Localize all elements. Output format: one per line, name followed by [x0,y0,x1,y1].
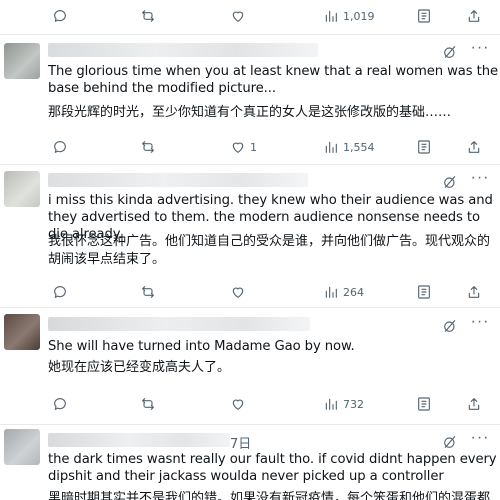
reply-tweet[interactable]: 7日 ··· the dark times wasnt really our f… [0,425,500,500]
views-button[interactable]: 264 [323,280,364,304]
views-icon [325,398,337,410]
share-icon [468,141,480,153]
avatar[interactable] [4,43,40,79]
views-count: 732 [343,397,364,411]
share-icon [468,398,480,410]
retweet-button[interactable] [140,280,156,304]
retweet-icon [142,10,154,22]
share-icon [468,286,480,298]
more-icon: ··· [470,313,490,330]
reply-tweet[interactable]: ··· The glorious time when you at least … [0,35,500,163]
retweet-button[interactable] [140,392,156,416]
reply-text-zh: 黑暗时期其实并不是我们的错。如果没有新冠疫情，每个笨蛋和他们的混蛋都 [48,491,491,500]
avatar[interactable] [4,314,40,350]
reply-text-en: the dark times wasnt really our fault th… [48,452,497,484]
grok-button[interactable] [442,318,458,334]
reply-text-en: She will have turned into Madame Gao by … [48,339,355,354]
views-count: 1,019 [343,9,375,23]
heart-icon [232,287,244,298]
reply-tweet[interactable]: ··· She will have turned into Madame Gao… [0,308,500,422]
reply-date: 7日 [230,437,252,452]
views-count: 264 [343,285,364,299]
username-redacted [48,173,308,187]
share-icon [468,10,480,22]
reply-button[interactable] [52,135,68,159]
bookmark-button[interactable] [416,392,432,416]
share-button[interactable] [466,392,482,416]
like-count: 1 [250,140,257,154]
retweet-button[interactable] [140,135,156,159]
bookmark-icon [418,9,430,23]
more-icon: ··· [470,39,490,56]
like-button[interactable] [230,392,246,416]
grok-button[interactable] [442,44,458,60]
more-icon: ··· [470,429,490,446]
views-icon [325,141,337,153]
views-button[interactable]: 732 [323,392,364,416]
retweet-button[interactable] [140,4,156,28]
views-icon [325,286,337,298]
reply-icon [54,398,66,410]
heart-icon [232,142,244,153]
views-button[interactable]: 1,019 [323,4,375,28]
grok-icon [444,46,456,58]
grok-icon [444,436,456,448]
bookmark-icon [418,140,430,154]
more-button[interactable]: ··· [470,430,490,446]
bookmark-button[interactable] [416,135,432,159]
share-button[interactable] [466,4,482,28]
like-button[interactable] [230,280,246,304]
reply-tweet[interactable]: ··· i miss this kinda advertising. they … [0,165,500,302]
like-button[interactable]: 1 [230,135,257,159]
post-action-bar: 1,019 [0,4,500,28]
avatar[interactable] [4,171,40,207]
more-button[interactable]: ··· [470,170,490,186]
bookmark-button[interactable] [416,4,432,28]
reply-icon [54,141,66,153]
retweet-icon [142,398,154,410]
avatar[interactable] [4,429,40,465]
share-button[interactable] [466,135,482,159]
reply-action-bar: 264 [0,280,500,304]
bookmark-icon [418,397,430,411]
reply-button[interactable] [52,392,68,416]
reply-icon [54,10,66,22]
bookmark-icon [418,285,430,299]
reply-text-zh: 我很怀念这种广告。他们知道自己的受众是谁，并向他们做广告。现代观众的胡闹该早点结… [48,234,491,267]
heart-icon [232,399,244,410]
heart-icon [232,11,244,22]
grok-button[interactable] [442,434,458,450]
share-button[interactable] [466,280,482,304]
grok-button[interactable] [442,174,458,190]
grok-icon [444,176,456,188]
bookmark-button[interactable] [416,280,432,304]
more-button[interactable]: ··· [470,40,490,56]
username-redacted [48,43,318,57]
views-icon [325,10,337,22]
grok-icon [444,320,456,332]
reply-text-zh: 她现在应该已经变成高夫人了。 [48,360,231,375]
more-icon: ··· [470,169,490,186]
username-redacted [48,433,230,447]
retweet-icon [142,141,154,153]
views-button[interactable]: 1,554 [323,135,375,159]
reply-action-bar: 732 [0,392,500,416]
more-button[interactable]: ··· [470,314,490,330]
reply-button[interactable] [52,280,68,304]
reply-text-en: The glorious time when you at least knew… [48,64,498,96]
reply-text-zh: 那段光辉的时光，至少你知道有个真正的女人是这张修改版的基础…… [48,105,452,120]
retweet-icon [142,286,154,298]
views-count: 1,554 [343,140,375,154]
reply-icon [54,286,66,298]
username-redacted [48,317,310,331]
reply-button[interactable] [52,4,68,28]
like-button[interactable] [230,4,246,28]
reply-action-bar: 1 1,554 [0,135,500,159]
